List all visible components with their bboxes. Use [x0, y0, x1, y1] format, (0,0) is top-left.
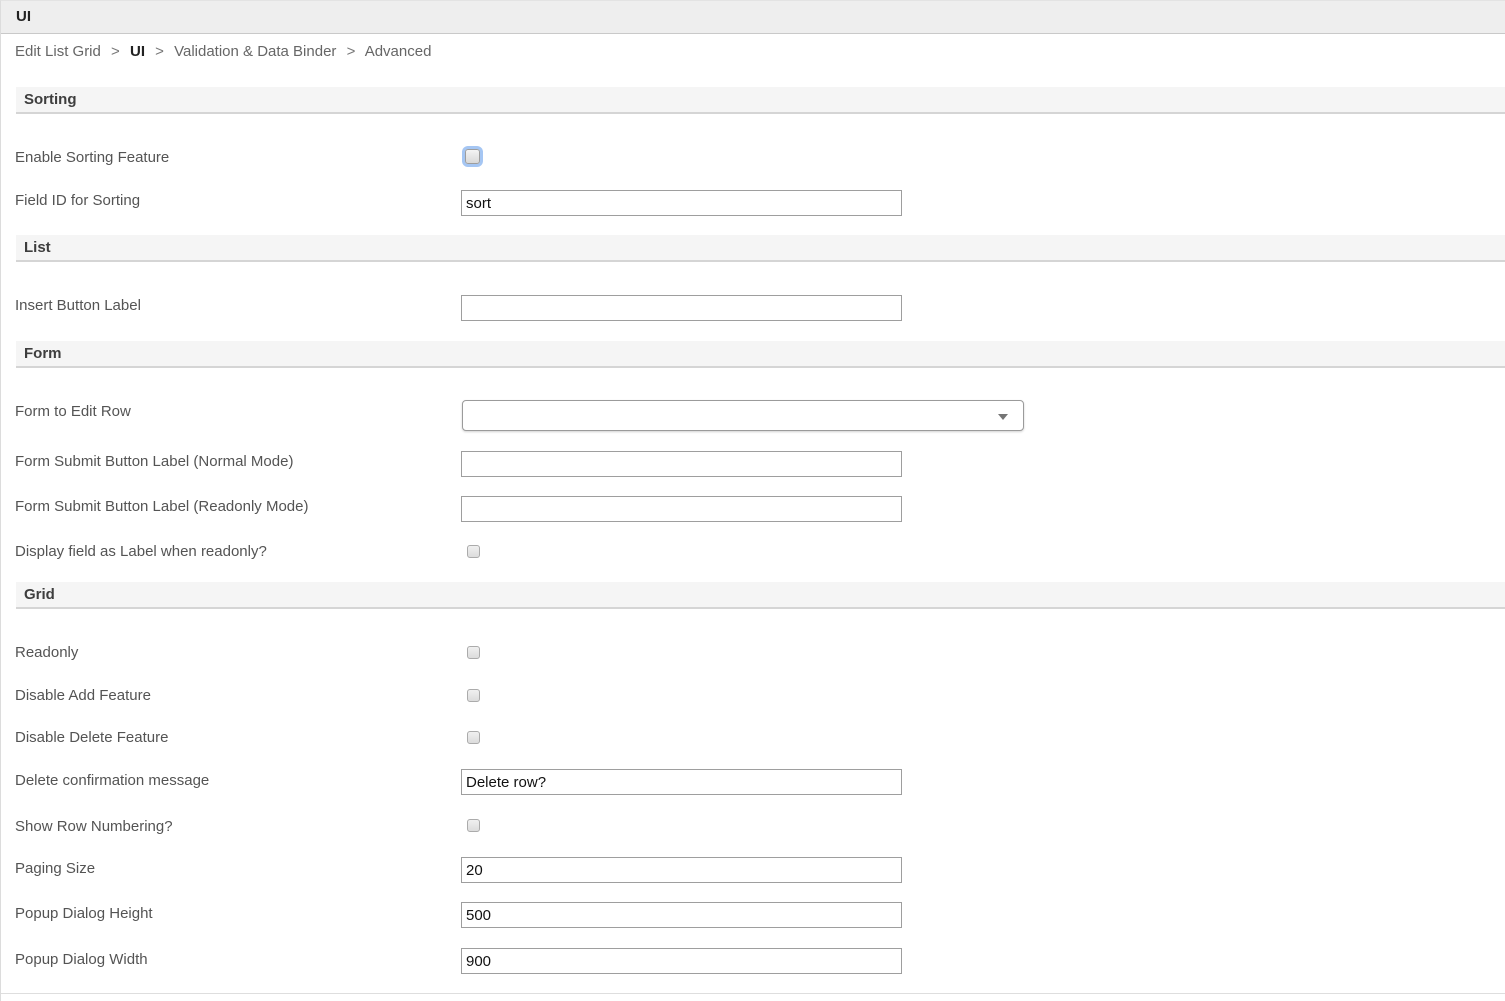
delete-confirmation-message-input[interactable] — [461, 769, 902, 795]
section-header-form: Form — [16, 341, 1505, 368]
paging-size-input[interactable] — [461, 857, 902, 883]
disable-delete-feature-checkbox[interactable] — [467, 731, 480, 744]
section-title: Grid — [24, 586, 55, 603]
enable-sorting-feature-checkbox[interactable] — [465, 149, 480, 164]
label-popup-dialog-height: Popup Dialog Height — [15, 905, 153, 922]
show-row-numbering-checkbox[interactable] — [467, 819, 480, 832]
breadcrumb-item-current-ui: UI — [130, 43, 145, 60]
breadcrumb: Edit List Grid > UI > Validation & Data … — [15, 43, 431, 63]
breadcrumb-item-edit-list-grid[interactable]: Edit List Grid — [15, 43, 101, 60]
label-disable-delete-feature: Disable Delete Feature — [15, 729, 168, 746]
display-field-as-label-checkbox[interactable] — [467, 545, 480, 558]
form-to-edit-row-select[interactable] — [462, 400, 1024, 431]
breadcrumb-separator: > — [347, 43, 356, 60]
breadcrumb-separator: > — [111, 43, 120, 60]
breadcrumb-separator: > — [155, 43, 164, 60]
section-header-grid: Grid — [16, 582, 1505, 609]
chevron-down-icon — [998, 414, 1008, 420]
popup-dialog-height-input[interactable] — [461, 902, 902, 928]
field-id-for-sorting-input[interactable] — [461, 190, 902, 216]
label-show-row-numbering: Show Row Numbering? — [15, 818, 173, 835]
label-form-submit-button-readonly: Form Submit Button Label (Readonly Mode) — [15, 498, 308, 515]
panel-bottom-border — [1, 993, 1505, 994]
readonly-checkbox[interactable] — [467, 646, 480, 659]
popup-dialog-width-input[interactable] — [461, 948, 902, 974]
label-readonly: Readonly — [15, 644, 78, 661]
label-insert-button-label: Insert Button Label — [15, 297, 141, 314]
label-display-field-as-label: Display field as Label when readonly? — [15, 543, 267, 560]
label-enable-sorting-feature: Enable Sorting Feature — [15, 149, 169, 166]
form-submit-button-normal-input[interactable] — [461, 451, 902, 477]
section-header-list: List — [16, 235, 1505, 262]
section-title: Sorting — [24, 91, 77, 108]
label-disable-add-feature: Disable Add Feature — [15, 687, 151, 704]
section-title: List — [24, 239, 51, 256]
insert-button-label-input[interactable] — [461, 295, 902, 321]
form-submit-button-readonly-input[interactable] — [461, 496, 902, 522]
label-form-submit-button-normal: Form Submit Button Label (Normal Mode) — [15, 453, 293, 470]
label-field-id-for-sorting: Field ID for Sorting — [15, 192, 140, 209]
breadcrumb-item-advanced[interactable]: Advanced — [365, 43, 432, 60]
panel-title-bar: UI — [1, 1, 1505, 34]
section-title: Form — [24, 345, 62, 362]
label-form-to-edit-row: Form to Edit Row — [15, 403, 131, 420]
disable-add-feature-checkbox[interactable] — [467, 689, 480, 702]
label-paging-size: Paging Size — [15, 860, 95, 877]
label-delete-confirmation-message: Delete confirmation message — [15, 772, 209, 789]
section-header-sorting: Sorting — [16, 87, 1505, 114]
label-popup-dialog-width: Popup Dialog Width — [15, 951, 148, 968]
panel-title: UI — [16, 8, 31, 25]
settings-panel: UI Edit List Grid > UI > Validation & Da… — [0, 0, 1505, 1001]
breadcrumb-item-validation-data-binder[interactable]: Validation & Data Binder — [174, 43, 336, 60]
